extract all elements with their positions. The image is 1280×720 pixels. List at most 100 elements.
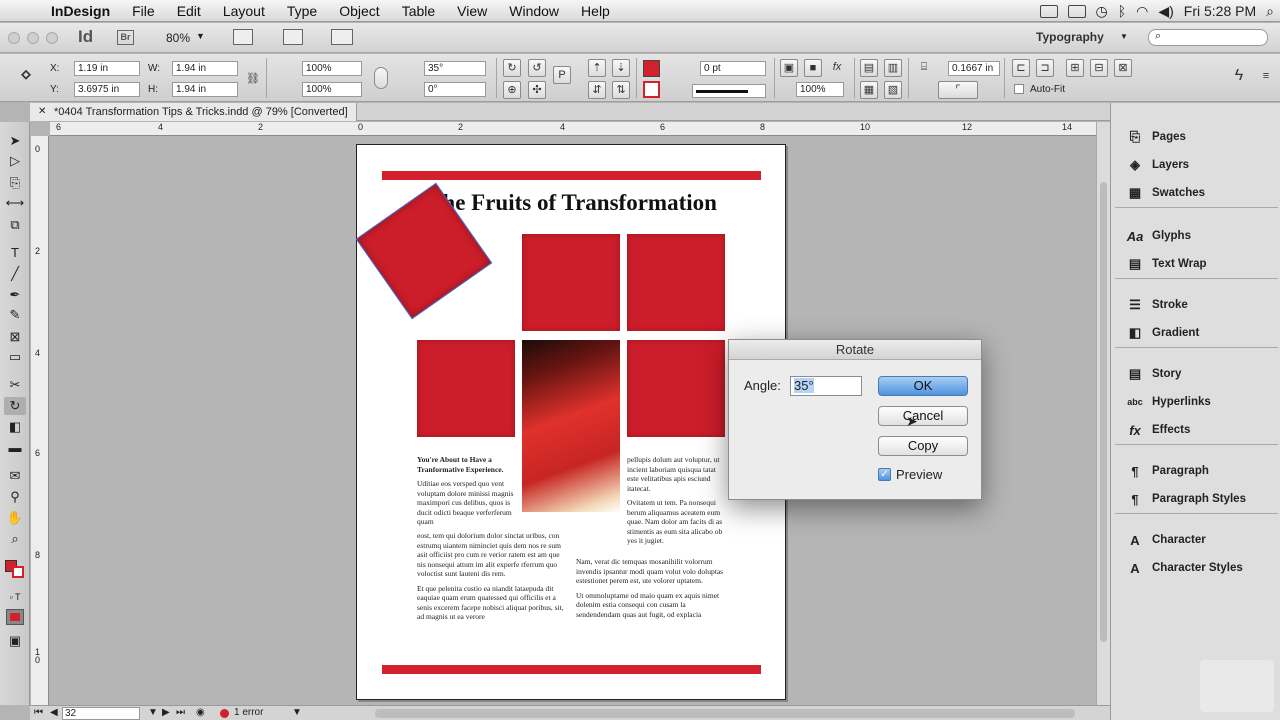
reference-point-icon[interactable]: ⋄ [15, 65, 37, 89]
bridge-button[interactable]: Br [117, 30, 134, 45]
red-square[interactable] [627, 340, 725, 437]
stroke-swatch[interactable] [643, 81, 660, 98]
center-content-icon[interactable]: ⊞ [1066, 59, 1084, 77]
line-tool-icon[interactable]: ╱ [4, 265, 26, 283]
page-dropdown-icon[interactable]: ▼ [148, 707, 158, 718]
text-column-2-continued[interactable]: Nam, verat dic temquas mosanihilit volor… [576, 557, 726, 624]
panel-character[interactable]: A Character [1115, 526, 1278, 554]
menu-object[interactable]: Object [328, 3, 390, 19]
opacity-field[interactable]: 100% [796, 82, 844, 97]
red-square[interactable] [417, 340, 515, 437]
fit-content-frame-icon[interactable]: ⊏ [1012, 59, 1030, 77]
autofit-checkbox[interactable] [1014, 84, 1024, 94]
select-previous-icon[interactable]: ⇡ [588, 59, 606, 77]
wrap-jump-icon[interactable]: ▧ [884, 81, 902, 99]
fill-frame-icon[interactable]: ⊟ [1090, 59, 1108, 77]
arrange-documents-icon[interactable] [331, 29, 353, 45]
last-page-icon[interactable]: ⏭ [176, 707, 185, 718]
text-frame-options-icon[interactable]: ⌸ [915, 59, 933, 77]
width-field[interactable]: 1.94 in [172, 61, 238, 76]
scale-x-field[interactable]: 100% [302, 61, 362, 76]
text-column-2[interactable]: pellupis dolum aut voluptur, ut incient … [627, 455, 727, 551]
preview-checkbox[interactable]: ✓ [878, 468, 891, 481]
scroll-thumb[interactable] [1100, 182, 1107, 642]
rotate-tool-icon[interactable]: ↻ [4, 397, 26, 415]
cancel-button[interactable]: Cancel [878, 406, 968, 426]
window-close-button[interactable] [8, 32, 20, 44]
page-tool-icon[interactable]: ⎘ [4, 174, 26, 192]
ok-button[interactable]: OK [878, 376, 968, 396]
menu-view[interactable]: View [446, 3, 498, 19]
vertical-ruler[interactable]: 0 2 4 6 8 1 0 [31, 136, 49, 705]
panel-gradient[interactable]: ◧ Gradient [1115, 319, 1278, 347]
text-column-1[interactable]: You're About to Have a Tranformative Exp… [417, 455, 517, 532]
scissors-tool-icon[interactable]: ✂ [4, 376, 26, 394]
scale-link-icon[interactable] [374, 67, 388, 89]
shadow-toggle-icon[interactable]: ■ [804, 59, 822, 77]
menu-edit[interactable]: Edit [166, 3, 212, 19]
flip-icon[interactable]: P [553, 66, 571, 84]
shear-angle-field[interactable]: 0° [424, 82, 486, 97]
menu-type[interactable]: Type [276, 3, 328, 19]
scale-y-field[interactable]: 100% [302, 82, 362, 97]
zoom-dropdown-icon[interactable]: ▼ [196, 31, 205, 41]
formatting-affects-container-icon[interactable]: ▫ T [4, 588, 26, 606]
panel-stroke[interactable]: ☰ Stroke [1115, 291, 1278, 319]
workspace-dropdown-icon[interactable]: ▼ [1120, 32, 1128, 41]
help-search-input[interactable]: ⌕ [1148, 29, 1268, 46]
fit-frame-content-icon[interactable]: ⊐ [1036, 59, 1054, 77]
panel-story[interactable]: ▤ Story [1115, 360, 1278, 388]
red-square[interactable] [627, 234, 725, 331]
rectangle-frame-tool-icon[interactable]: ⊠ [4, 328, 26, 346]
stroke-weight-field[interactable]: 0 pt [700, 61, 766, 76]
document-page[interactable]: The Fruits of Transformation You're Abou… [355, 144, 786, 700]
gradient-feather-tool-icon[interactable]: ▬ [4, 439, 26, 457]
window-zoom-button[interactable] [46, 32, 58, 44]
note-tool-icon[interactable]: ✉ [4, 467, 26, 485]
distribute-icon[interactable]: ⇅ [612, 81, 630, 99]
first-page-icon[interactable]: ⏮ [34, 707, 43, 718]
panel-effects[interactable]: fx Effects [1115, 416, 1278, 444]
rectangle-tool-icon[interactable]: ▭ [4, 348, 26, 366]
type-tool-icon[interactable]: T [4, 244, 26, 262]
drop-shadow-icon[interactable]: ▣ [780, 59, 798, 77]
height-field[interactable]: 1.94 in [172, 82, 238, 97]
page-number-field[interactable]: 32 [62, 707, 140, 720]
panel-glyphs[interactable]: Aa Glyphs [1115, 222, 1278, 250]
workspace-switcher[interactable]: Typography [1036, 30, 1104, 44]
red-square[interactable] [522, 234, 620, 331]
gradient-swatch-tool-icon[interactable]: ◧ [4, 418, 26, 436]
hand-tool-icon[interactable]: ✋ [4, 509, 26, 527]
wrap-bbox-icon[interactable]: ▥ [884, 59, 902, 77]
display-icon[interactable] [1067, 4, 1086, 18]
quick-apply-icon[interactable]: ϟ [1230, 68, 1248, 86]
corner-shape-select[interactable]: ⌜ [938, 81, 978, 99]
screen-mode-normal-icon[interactable]: ▣ [4, 632, 26, 650]
menu-file[interactable]: File [121, 3, 166, 19]
stroke-type-select[interactable] [692, 84, 766, 98]
wrap-none-icon[interactable]: ▤ [860, 59, 878, 77]
gap-tool-icon[interactable]: ⟷ [4, 194, 26, 212]
status-app-icon[interactable] [1039, 4, 1058, 18]
window-minimize-button[interactable] [27, 32, 39, 44]
select-next-icon[interactable]: ⇣ [612, 59, 630, 77]
preflight-icon[interactable]: ◉ [196, 707, 205, 718]
view-options-icon[interactable] [233, 29, 253, 45]
previous-page-icon[interactable]: ◀ [50, 707, 58, 718]
corner-offset-field[interactable]: 0.1667 in [948, 61, 1000, 76]
preflight-dropdown-icon[interactable]: ▼ [292, 707, 302, 718]
menu-help[interactable]: Help [570, 3, 621, 19]
control-panel-menu-icon[interactable]: ≡ [1260, 68, 1272, 86]
x-field[interactable]: 1.19 in [74, 61, 140, 76]
copy-button[interactable]: Copy [878, 436, 968, 456]
top-red-rule[interactable] [382, 171, 761, 180]
next-page-icon[interactable]: ▶ [162, 707, 170, 718]
panel-character-styles[interactable]: A Character Styles [1115, 554, 1278, 582]
bluetooth-icon[interactable]: ᛒ [1118, 3, 1126, 19]
content-collector-icon[interactable]: ⧉ [4, 216, 26, 234]
select-content-icon[interactable]: ✣ [528, 81, 546, 99]
error-count[interactable]: 1 error [234, 707, 263, 718]
stroke-color-swatch[interactable] [12, 566, 24, 578]
time-machine-icon[interactable]: ◷ [1096, 3, 1108, 20]
volume-icon[interactable]: ◀) [1158, 3, 1173, 20]
